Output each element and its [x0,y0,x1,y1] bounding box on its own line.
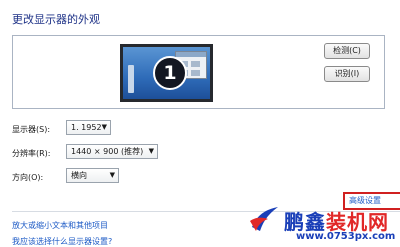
resolution-label: 分辨率(R): [12,149,51,158]
display-select[interactable]: 1. 1952 ▼ [66,120,111,135]
monitor-1[interactable]: 1 [120,44,213,102]
identify-button[interactable]: 识别(I) [324,66,370,82]
monitor-number-badge: 1 [153,56,187,90]
display-help-link[interactable]: 我应该选择什么显示器设置? [12,236,112,247]
resolution-select-value: 1440 × 900 (推荐) [71,147,144,156]
display-label: 显示器(S): [12,125,51,134]
page-title: 更改显示器的外观 [12,13,100,26]
orientation-select[interactable]: 横向 ▼ [66,168,119,183]
chevron-down-icon: ▼ [101,123,107,131]
display-select-value: 1. 1952 [71,123,102,132]
detect-button[interactable]: 检测(C) [324,43,370,59]
desktop-gadget-icon [128,65,134,93]
chevron-down-icon: ▼ [109,171,115,179]
orientation-select-value: 横向 [71,171,87,180]
text-size-link[interactable]: 放大或缩小文本和其他项目 [12,220,108,231]
chevron-down-icon: ▼ [148,147,154,155]
resolution-select[interactable]: 1440 × 900 (推荐) ▼ [66,144,158,159]
brand-logo-icon [250,207,278,231]
orientation-label: 方向(O): [12,173,44,182]
watermark-url: www.0753px.com [296,231,396,242]
monitor-preview-panel: 1 检测(C) 识别(I) [12,35,385,109]
